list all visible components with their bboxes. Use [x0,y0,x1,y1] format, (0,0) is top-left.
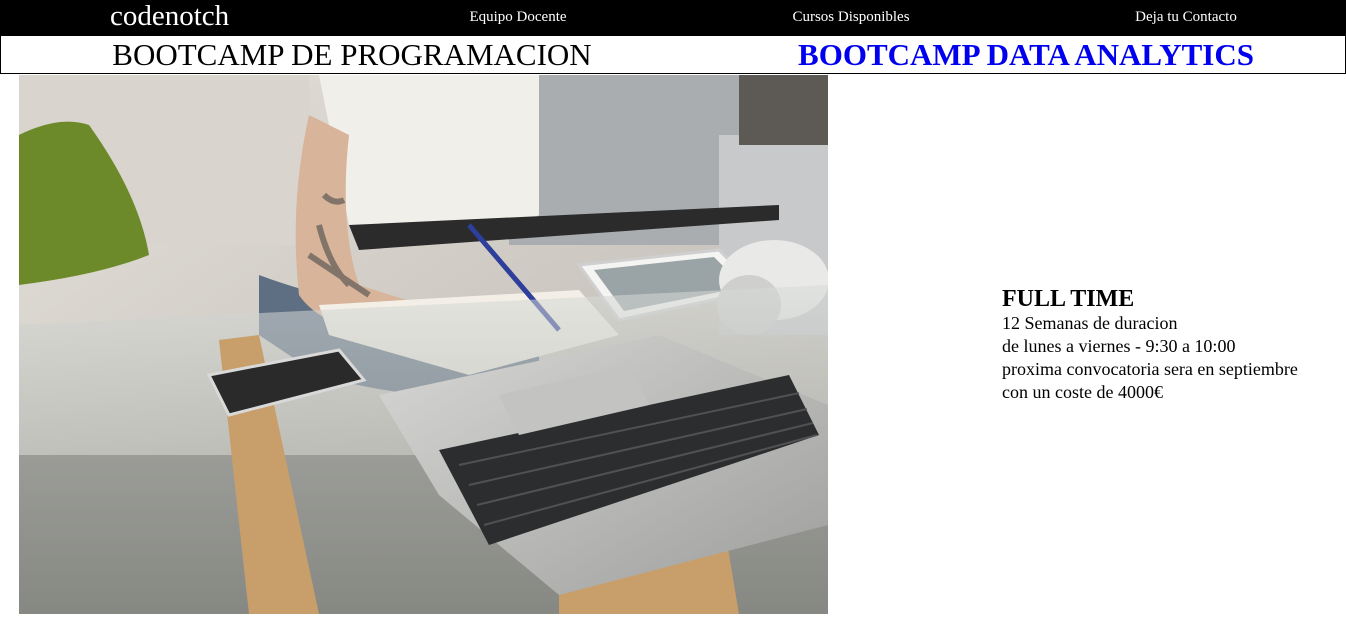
nav-link-cursos-disponibles[interactable]: Cursos Disponibles [792,0,909,34]
course-details: FULL TIME 12 Semanas de duracion de lune… [1002,286,1342,404]
course-price: con un coste de 4000€ [1002,382,1163,402]
course-selector-bar: BOOTCAMP DE PROGRAMACION BOOTCAMP DATA A… [0,36,1346,74]
hero-image [19,75,828,614]
top-navbar: codenotch Equipo Docente Cursos Disponib… [0,0,1346,36]
course-duration: 12 Semanas de duracion [1002,313,1178,333]
hero-photo-illustration [19,75,828,614]
course-tab-programacion[interactable]: BOOTCAMP DE PROGRAMACION [112,36,591,73]
course-tab-data-analytics[interactable]: BOOTCAMP DATA ANALYTICS [798,36,1254,73]
brand-logo-text[interactable]: codenotch [110,0,229,34]
course-next-intake: proxima convocatoria sera en septiembre [1002,359,1298,379]
nav-link-equipo-docente[interactable]: Equipo Docente [469,0,566,34]
course-schedule: de lunes a viernes - 9:30 a 10:00 [1002,336,1236,356]
course-schedule-title: FULL TIME [1002,286,1135,312]
nav-link-contacto[interactable]: Deja tu Contacto [1135,0,1237,34]
